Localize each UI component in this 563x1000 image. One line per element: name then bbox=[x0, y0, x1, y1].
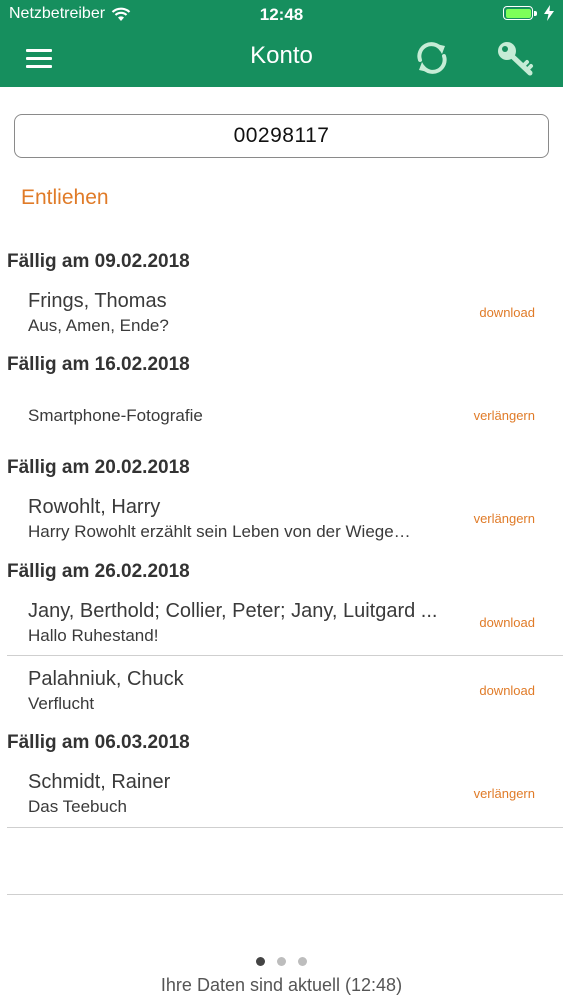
divider bbox=[7, 894, 563, 895]
item-title: Das Teebuch bbox=[28, 797, 127, 816]
page-dot-active[interactable] bbox=[256, 957, 265, 966]
page-dot[interactable] bbox=[298, 957, 307, 966]
item-title: Verflucht bbox=[28, 694, 95, 713]
loan-item[interactable]: Rowohlt, Harry Harry Rowohlt erzählt sei… bbox=[0, 494, 563, 546]
page-title: Konto bbox=[250, 42, 313, 69]
page-indicator[interactable] bbox=[0, 957, 563, 966]
charging-bolt-icon bbox=[544, 5, 554, 21]
sync-button[interactable] bbox=[412, 38, 452, 78]
download-button[interactable]: download bbox=[479, 615, 535, 630]
status-time: 12:48 bbox=[259, 5, 304, 24]
item-title: Aus, Amen, Ende? bbox=[28, 316, 169, 335]
due-date-header: Fällig am 06.03.2018 bbox=[7, 732, 190, 753]
account-number-field[interactable]: 00298117 bbox=[14, 114, 549, 158]
due-date-header: Fällig am 09.02.2018 bbox=[7, 251, 190, 272]
renew-button[interactable]: verlängern bbox=[474, 786, 535, 801]
divider bbox=[7, 655, 563, 656]
item-title: Harry Rowohlt erzählt sein Leben von der… bbox=[28, 522, 411, 541]
page-dot[interactable] bbox=[277, 957, 286, 966]
battery-indicator bbox=[503, 5, 555, 21]
renew-button[interactable]: verlängern bbox=[474, 511, 535, 526]
section-label-loans: Entliehen bbox=[21, 186, 109, 209]
item-author: Schmidt, Rainer bbox=[28, 771, 171, 793]
item-author: Jany, Berthold; Collier, Peter; Jany, Lu… bbox=[28, 600, 438, 622]
sync-status-text: Ihre Daten sind aktuell (12:48) bbox=[160, 975, 403, 995]
item-title: Hallo Ruhestand! bbox=[28, 626, 159, 645]
key-icon bbox=[498, 42, 533, 76]
due-date-header: Fällig am 16.02.2018 bbox=[7, 354, 190, 375]
download-button[interactable]: download bbox=[479, 305, 535, 320]
loan-item[interactable]: Schmidt, Rainer Das Teebuch verlängern bbox=[0, 769, 563, 821]
nav-bar: Konto bbox=[0, 30, 563, 87]
loan-item[interactable]: Jany, Berthold; Collier, Peter; Jany, Lu… bbox=[0, 598, 563, 650]
battery-icon bbox=[503, 6, 537, 20]
due-date-header: Fällig am 26.02.2018 bbox=[7, 561, 190, 582]
loan-item[interactable]: Smartphone-Fotografie verlängern bbox=[0, 392, 563, 444]
item-author: Rowohlt, Harry bbox=[28, 496, 161, 518]
item-title: Smartphone-Fotografie bbox=[28, 406, 203, 425]
item-author: Palahniuk, Chuck bbox=[28, 668, 184, 690]
sync-icon bbox=[417, 42, 447, 74]
download-button[interactable]: download bbox=[479, 683, 535, 698]
renew-button[interactable]: verlängern bbox=[474, 408, 535, 423]
status-bar: Netzbetreiber 12:48 bbox=[0, 0, 563, 30]
top-bar: Netzbetreiber 12:48 Konto bbox=[0, 0, 563, 87]
key-button[interactable] bbox=[494, 38, 536, 78]
item-author: Frings, Thomas bbox=[28, 290, 167, 312]
due-date-header: Fällig am 20.02.2018 bbox=[7, 457, 190, 478]
loan-item[interactable]: Frings, Thomas Aus, Amen, Ende? download bbox=[0, 288, 563, 340]
divider bbox=[7, 827, 563, 828]
loan-item[interactable]: Palahniuk, Chuck Verflucht download bbox=[0, 666, 563, 718]
